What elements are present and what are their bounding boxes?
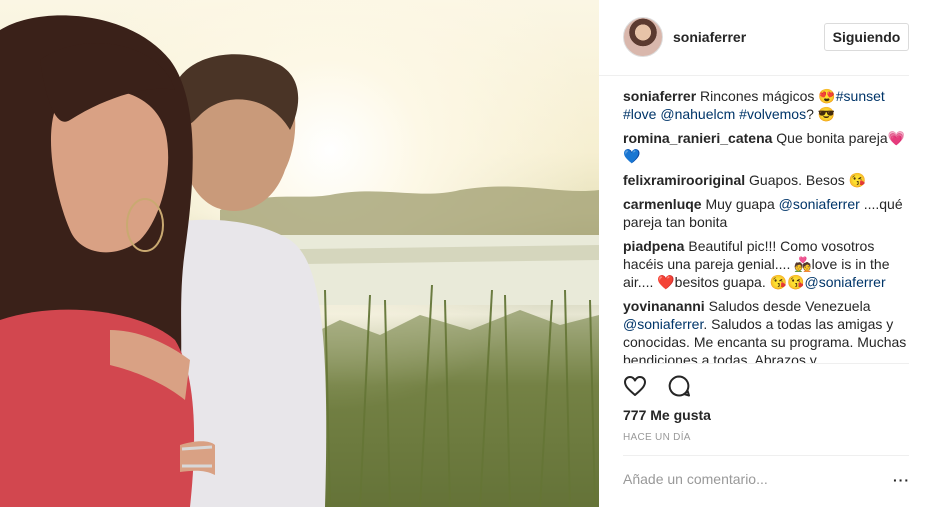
comment-text: Saludos desde Venezuela bbox=[708, 298, 871, 314]
mention-link[interactable]: @soniaferrer bbox=[805, 274, 886, 290]
heart-icon[interactable] bbox=[623, 374, 647, 398]
post-header: soniaferrer Siguiendo bbox=[599, 0, 909, 76]
divider bbox=[623, 455, 909, 456]
comment-text: Guapos. Besos 😘 bbox=[749, 172, 867, 188]
comment-username[interactable]: felixramirooriginal bbox=[623, 172, 745, 188]
comments-list[interactable]: soniaferrer Rincones mágicos 😍#sunset #l… bbox=[623, 87, 913, 363]
list-item: romina_ranieri_catena Que bonita pareja💗… bbox=[623, 129, 913, 165]
caption-username[interactable]: soniaferrer bbox=[623, 88, 696, 104]
caption-text: Rincones mágicos 😍 bbox=[700, 88, 836, 104]
comment-icon[interactable] bbox=[667, 374, 691, 398]
caption: soniaferrer Rincones mágicos 😍#sunset #l… bbox=[623, 87, 913, 123]
header-username[interactable]: soniaferrer bbox=[673, 29, 746, 45]
comment-username[interactable]: romina_ranieri_catena bbox=[623, 130, 772, 146]
comment-username[interactable]: yovinananni bbox=[623, 298, 705, 314]
mention-link[interactable]: @soniaferrer bbox=[779, 196, 860, 212]
likes-count[interactable]: 777 Me gusta bbox=[623, 407, 711, 423]
list-item: piadpena Beautiful pic!!! Como vosotros … bbox=[623, 237, 913, 291]
more-options-icon[interactable]: ··· bbox=[893, 472, 910, 488]
list-item: felixramirooriginal Guapos. Besos 😘 bbox=[623, 171, 913, 189]
hashtag-link[interactable]: #sunset bbox=[836, 88, 885, 104]
photo-illustration bbox=[0, 0, 599, 507]
action-bar bbox=[623, 374, 707, 400]
avatar[interactable] bbox=[623, 17, 663, 57]
divider bbox=[623, 363, 909, 364]
list-item: yovinananni Saludos desde Venezuela @son… bbox=[623, 297, 913, 363]
mention-link[interactable]: @nahuelcm bbox=[660, 106, 735, 122]
comment-username[interactable]: carmenluqe bbox=[623, 196, 702, 212]
comment-username[interactable]: piadpena bbox=[623, 238, 684, 254]
post-side-panel: soniaferrer Siguiendo soniaferrer Rincon… bbox=[599, 0, 931, 507]
caption-text: ? 😎 bbox=[806, 106, 836, 122]
hashtag-link[interactable]: #volvemos bbox=[739, 106, 806, 122]
mention-link[interactable]: @soniaferrer bbox=[623, 316, 703, 332]
add-comment-input[interactable] bbox=[623, 466, 893, 492]
comment-text: Muy guapa bbox=[705, 196, 775, 212]
hashtag-link[interactable]: #love bbox=[623, 106, 656, 122]
list-item: carmenluqe Muy guapa @soniaferrer ....qu… bbox=[623, 195, 913, 231]
following-button[interactable]: Siguiendo bbox=[824, 23, 909, 51]
post-photo[interactable] bbox=[0, 0, 599, 507]
post-timestamp[interactable]: HACE UN DÍA bbox=[623, 432, 691, 443]
